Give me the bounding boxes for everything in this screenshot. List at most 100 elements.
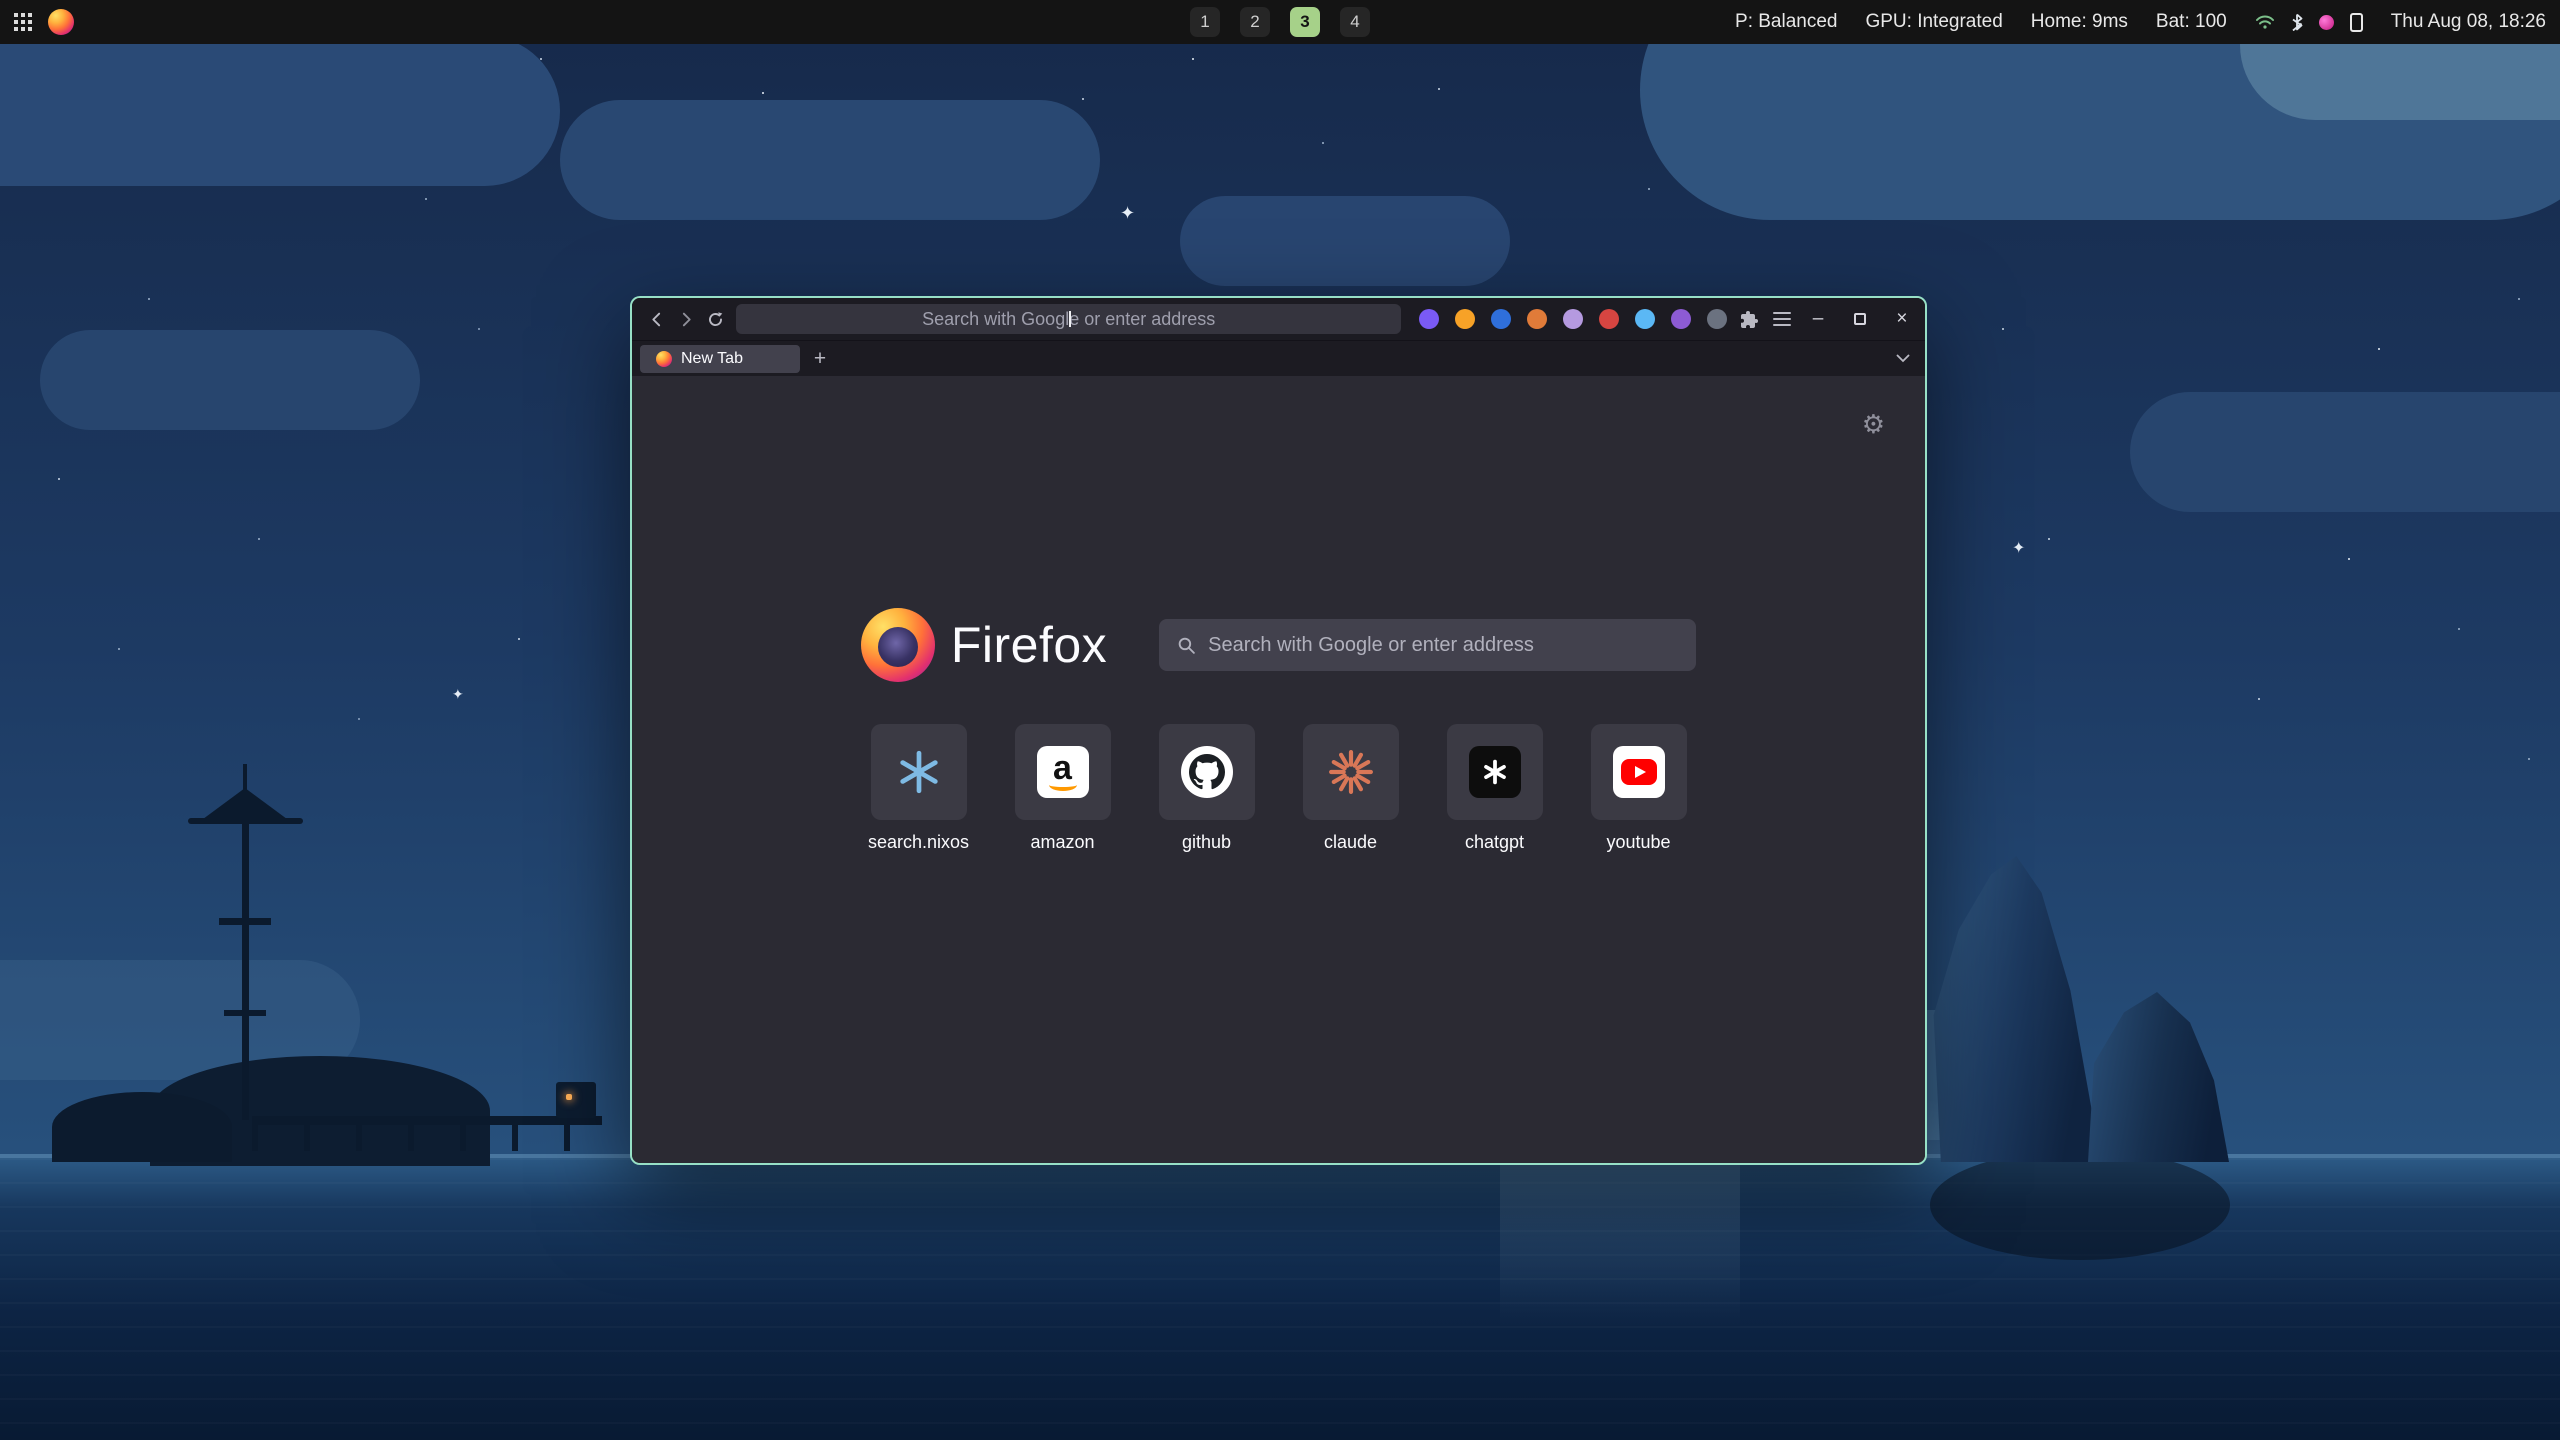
clock: Thu Aug 08, 18:26: [2391, 11, 2546, 33]
watchtower-pole: [242, 818, 249, 1120]
workspace-switcher: 1 2 3 4: [1190, 7, 1370, 37]
new-tab-button[interactable]: +: [806, 345, 834, 373]
firefox-launcher-icon[interactable]: [48, 9, 74, 35]
hut: [556, 1082, 596, 1118]
extension-icon-7[interactable]: [1635, 309, 1655, 329]
maximize-button[interactable]: [1847, 306, 1873, 332]
sea-rock-short: [2082, 992, 2232, 1162]
cloud: [40, 330, 420, 430]
firefox-wordmark: Firefox: [951, 616, 1107, 674]
extension-icon-2[interactable]: [1455, 309, 1475, 329]
amazon-tile: a: [1015, 724, 1111, 820]
tab-bar: New Tab +: [632, 340, 1925, 376]
menu-hamburger-icon[interactable]: [1773, 312, 1791, 326]
newtab-hero: Firefox: [632, 608, 1925, 682]
shortcut-youtube[interactable]: youtube: [1591, 724, 1687, 853]
color-dot-icon[interactable]: [2319, 15, 2334, 30]
github-octocat-icon: [1181, 746, 1233, 798]
shortcut-search-nixos[interactable]: search.nixos: [871, 724, 967, 853]
extension-icon-9[interactable]: [1707, 309, 1727, 329]
bluetooth-icon[interactable]: [2291, 13, 2303, 31]
chatgpt-tile: [1447, 724, 1543, 820]
extension-icon-4[interactable]: [1527, 309, 1547, 329]
extension-icon-5[interactable]: [1563, 309, 1583, 329]
watchtower-platform: [219, 918, 271, 925]
moonlight-reflection: [1500, 1158, 1740, 1328]
youtube-tile: [1591, 724, 1687, 820]
newtab-search-box: [1159, 619, 1696, 671]
forward-button[interactable]: [671, 304, 700, 334]
nixos-snowflake-icon: [896, 749, 942, 795]
workspace-button-1[interactable]: 1: [1190, 7, 1220, 37]
sparkle-star: ✦: [452, 686, 464, 703]
url-bar: [736, 304, 1401, 334]
pier: [252, 1116, 602, 1125]
toolbar-right: [1739, 309, 1791, 329]
cloud: [0, 36, 560, 186]
shortcut-amazon[interactable]: a amazon: [1015, 724, 1111, 853]
youtube-play-icon: [1613, 746, 1665, 798]
extension-icon-8[interactable]: [1671, 309, 1691, 329]
amazon-icon: a: [1037, 746, 1089, 798]
extensions-puzzle-icon[interactable]: [1739, 309, 1759, 329]
watchtower-antenna: [243, 764, 247, 790]
sparkle-star: ✦: [1120, 203, 1135, 224]
wifi-icon[interactable]: [2255, 14, 2275, 30]
shortcut-label: youtube: [1606, 832, 1670, 853]
minimize-button[interactable]: –: [1805, 306, 1831, 332]
status-bar: 1 2 3 4 P: Balanced GPU: Integrated Home…: [0, 0, 2560, 44]
sea-rock-tall: [1930, 856, 2110, 1162]
status-bar-right: P: Balanced GPU: Integrated Home: 9ms Ba…: [1735, 11, 2546, 33]
tab-new-tab[interactable]: New Tab: [640, 345, 800, 373]
device-icon[interactable]: [2350, 13, 2363, 32]
shortcut-claude[interactable]: claude: [1303, 724, 1399, 853]
workspace-button-3[interactable]: 3: [1290, 7, 1320, 37]
extension-icon-6[interactable]: [1599, 309, 1619, 329]
claude-tile: [1303, 724, 1399, 820]
extension-icon-1[interactable]: [1419, 309, 1439, 329]
amazon-smile-arrow: [1049, 779, 1077, 791]
workspace-button-4[interactable]: 4: [1340, 7, 1370, 37]
battery-status: Bat: 100: [2156, 11, 2227, 33]
shortcut-grid: search.nixos a amazon: [632, 724, 1925, 853]
islet-left: [52, 1092, 232, 1162]
rock-reflection: [1930, 1150, 2230, 1260]
pier-posts: [252, 1125, 602, 1151]
cloud: [2130, 392, 2560, 512]
shortcut-label: chatgpt: [1465, 832, 1524, 853]
workspace-button-2[interactable]: 2: [1240, 7, 1270, 37]
app-launcher-icon[interactable]: [14, 13, 32, 31]
shortcut-label: search.nixos: [868, 832, 969, 853]
chatgpt-knot-icon: [1469, 746, 1521, 798]
text-caret: [1069, 311, 1071, 327]
back-button[interactable]: [642, 304, 671, 334]
browser-toolbar: – ×: [632, 298, 1925, 340]
nixos-tile: [871, 724, 967, 820]
extension-icon-3[interactable]: [1491, 309, 1511, 329]
firefox-logo: [861, 608, 935, 682]
shortcut-label: github: [1182, 832, 1231, 853]
reload-button[interactable]: [701, 304, 730, 334]
github-tile: [1159, 724, 1255, 820]
new-tab-page: ⚙ Firefox: [632, 376, 1925, 1163]
personalize-gear-icon[interactable]: ⚙: [1862, 411, 1885, 437]
desktop: ✦ ✦ ✦ ✦: [0, 0, 2560, 1440]
ping-status: Home: 9ms: [2031, 11, 2128, 33]
status-bar-left: [14, 9, 74, 35]
shortcut-label: amazon: [1030, 832, 1094, 853]
close-button[interactable]: ×: [1889, 306, 1915, 332]
power-profile-status: P: Balanced: [1735, 11, 1837, 33]
tab-title: New Tab: [681, 350, 743, 368]
newtab-search-input[interactable]: [1208, 634, 1678, 657]
shortcut-chatgpt[interactable]: chatgpt: [1447, 724, 1543, 853]
watchtower-platform: [224, 1010, 266, 1016]
cloud: [1180, 196, 1510, 286]
shortcut-label: claude: [1324, 832, 1377, 853]
tab-list-chevron-icon[interactable]: [1889, 345, 1917, 373]
tray-icons: [2255, 13, 2363, 32]
claude-starburst-icon: [1328, 749, 1374, 795]
tab-favicon: [656, 351, 672, 367]
extension-icons: [1419, 309, 1727, 329]
shortcut-github[interactable]: github: [1159, 724, 1255, 853]
watchtower-roof: [199, 788, 291, 822]
